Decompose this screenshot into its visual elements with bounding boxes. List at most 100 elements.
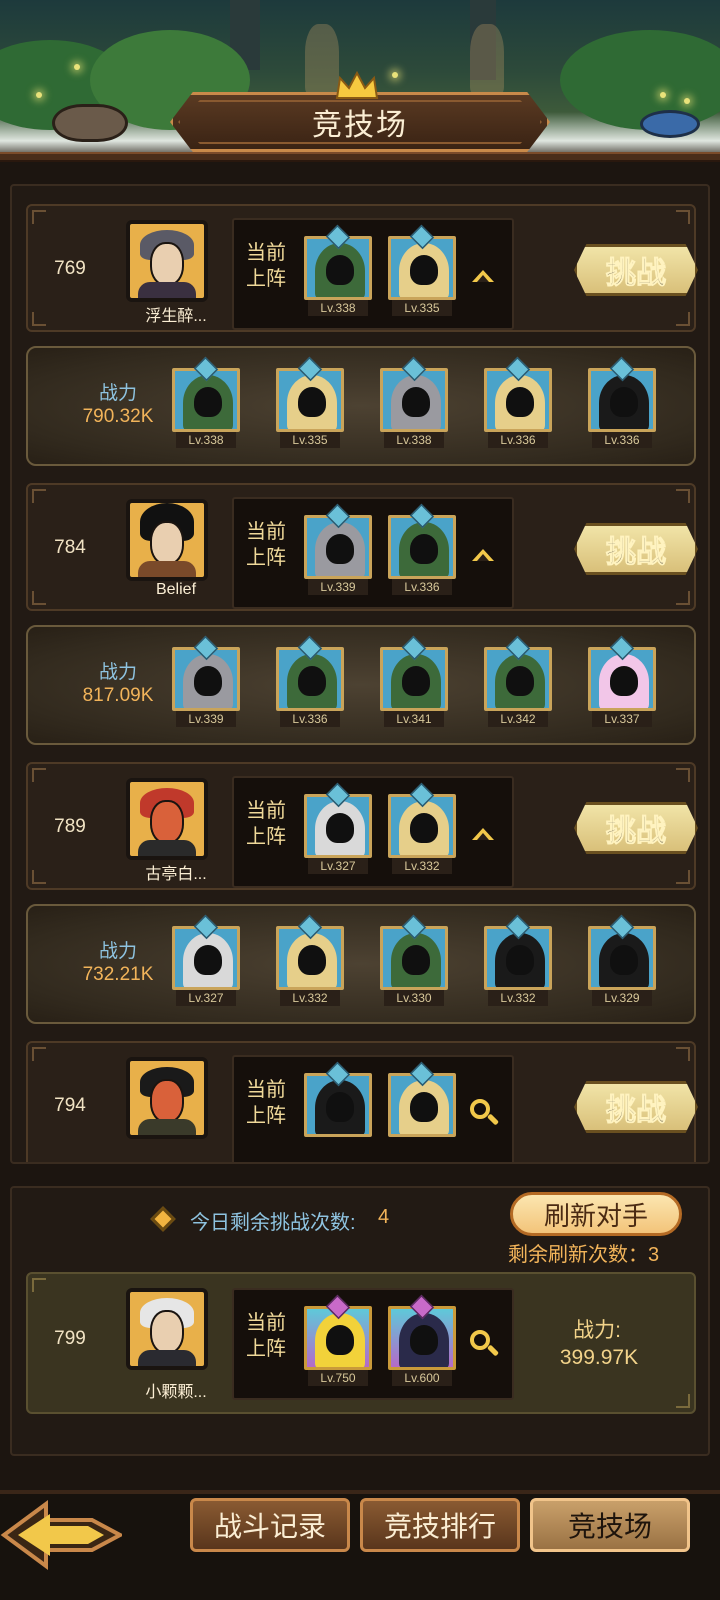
current-lineup: 当前上阵 Lv.327 Lv.332 [232, 776, 514, 888]
hero-card[interactable]: Lv.342 [484, 635, 552, 727]
power-value: 790.32K [82, 406, 154, 427]
opponent-name: 浮生醉... [145, 308, 207, 325]
team-power-row: 战力 817.09K Lv.339 Lv.336 Lv.341 Lv.342 L… [26, 625, 696, 745]
back-arrow-icon[interactable] [0, 1496, 122, 1574]
hero-card[interactable]: Lv.750 [304, 1294, 372, 1386]
challenge-button[interactable]: 挑战 [574, 244, 698, 296]
avatar[interactable] [126, 499, 208, 581]
hero-card[interactable]: Lv.330 [380, 914, 448, 1006]
challenge-button[interactable]: 挑战 [574, 802, 698, 854]
hero-card[interactable]: Lv.336 [388, 503, 456, 595]
frame-corner [676, 768, 690, 782]
opponent-row: 789 古亭白... 当前上阵 Lv.327 Lv.332 挑战 [26, 762, 698, 890]
hero-card[interactable] [304, 1061, 372, 1149]
remaining-challenges-value: 4 [378, 1206, 390, 1228]
avatar[interactable] [126, 778, 208, 860]
hero-card[interactable] [388, 1061, 456, 1149]
hero-face [326, 1092, 354, 1122]
frame-corner [32, 591, 46, 605]
search-icon[interactable] [470, 1330, 500, 1360]
opponent-list[interactable]: 769 浮生醉... 当前上阵 Lv.338 Lv.335 挑战 战力 790.… [10, 184, 710, 1164]
collapse-arrow-icon[interactable] [472, 549, 494, 561]
current-lineup: 当前上阵 Lv.339 Lv.336 [232, 497, 514, 609]
challenge-label: 挑战 [606, 536, 667, 570]
frame-corner [676, 1394, 690, 1408]
collapse-arrow-icon[interactable] [472, 828, 494, 840]
challenge-label: 挑战 [606, 815, 667, 849]
hero-face [326, 534, 354, 564]
avatar[interactable] [126, 1288, 208, 1370]
challenge-button[interactable]: 挑战 [574, 523, 698, 575]
frame-corner [676, 210, 690, 224]
hero-card[interactable]: Lv.337 [588, 635, 656, 727]
challenge-button[interactable]: 挑战 [574, 1081, 698, 1133]
hero-level: Lv.332 [392, 858, 452, 874]
firefly [684, 98, 690, 104]
hero-face [410, 1092, 438, 1122]
hero-card[interactable]: Lv.327 [172, 914, 240, 1006]
tab-battle-log[interactable]: 战斗记录 [190, 1498, 350, 1552]
avatar-face [150, 242, 184, 286]
avatar-face [150, 800, 184, 844]
hero-level: Lv.338 [176, 432, 236, 448]
firefly [660, 92, 666, 98]
remaining-challenges-label: 今日剩余挑战次数: [190, 1212, 356, 1234]
frame-corner [32, 312, 46, 326]
lineup-label: 当前上阵 [246, 1312, 286, 1360]
search-icon[interactable] [470, 1099, 500, 1129]
frame-corner [676, 591, 690, 605]
hero-face [410, 1325, 438, 1355]
current-lineup: 当前上阵 [232, 1055, 514, 1162]
tab-arena-ranking[interactable]: 竞技排行 [360, 1498, 520, 1552]
hero-level: Lv.339 [308, 579, 368, 595]
hero-card[interactable]: Lv.335 [388, 224, 456, 316]
lineup-label: 当前上阵 [246, 800, 286, 848]
hero-card[interactable]: Lv.338 [380, 356, 448, 448]
frame-corner [32, 870, 46, 884]
hero-card[interactable]: Lv.329 [588, 914, 656, 1006]
hero-face [410, 813, 438, 843]
hero-card[interactable]: Lv.600 [388, 1294, 456, 1386]
hero-card[interactable]: Lv.336 [484, 356, 552, 448]
hero-card[interactable]: Lv.336 [588, 356, 656, 448]
hero-level: Lv.327 [176, 990, 236, 1006]
header-divider [0, 152, 720, 162]
hero-level: Lv.336 [592, 432, 652, 448]
hero-card[interactable]: Lv.332 [276, 914, 344, 1006]
avatar-body [138, 1119, 196, 1135]
hero-level: Lv.341 [384, 711, 444, 727]
refresh-opponents-button[interactable]: 刷新对手 [510, 1192, 682, 1236]
hero-card[interactable]: Lv.341 [380, 635, 448, 727]
hero-card[interactable]: Lv.332 [388, 782, 456, 874]
avatar-body [138, 282, 196, 298]
avatar[interactable] [126, 220, 208, 302]
avatar[interactable] [126, 1057, 208, 1139]
hero-level: Lv.332 [280, 990, 340, 1006]
self-name: 小颗颗... [145, 1384, 207, 1401]
hero-face [194, 945, 222, 975]
page-title: 竞技场 [312, 109, 408, 142]
hero-card[interactable]: Lv.338 [304, 224, 372, 316]
collapse-arrow-icon[interactable] [472, 270, 494, 282]
hero-level: Lv.329 [592, 990, 652, 1006]
hero-card[interactable]: Lv.336 [276, 635, 344, 727]
tab-arena[interactable]: 竞技场 [530, 1498, 690, 1552]
hero-card[interactable]: Lv.339 [304, 503, 372, 595]
lineup-label: 当前上阵 [246, 521, 286, 569]
power-label: 战力 [98, 941, 137, 962]
hero-card[interactable]: Lv.338 [172, 356, 240, 448]
hero-card[interactable]: Lv.335 [276, 356, 344, 448]
power-value: 732.21K [82, 964, 154, 985]
avatar-face [150, 1310, 184, 1354]
hero-card[interactable]: Lv.339 [172, 635, 240, 727]
lineup-label: 当前上阵 [246, 242, 286, 290]
frame-corner [676, 1047, 690, 1061]
hero-card[interactable]: Lv.327 [304, 782, 372, 874]
hero-face [326, 1325, 354, 1355]
hero-level: Lv.336 [280, 711, 340, 727]
avatar-body [138, 840, 196, 856]
hero-face [326, 255, 354, 285]
self-power-label: 战力: [573, 1319, 621, 1342]
hero-card[interactable]: Lv.332 [484, 914, 552, 1006]
frame-corner [676, 312, 690, 326]
